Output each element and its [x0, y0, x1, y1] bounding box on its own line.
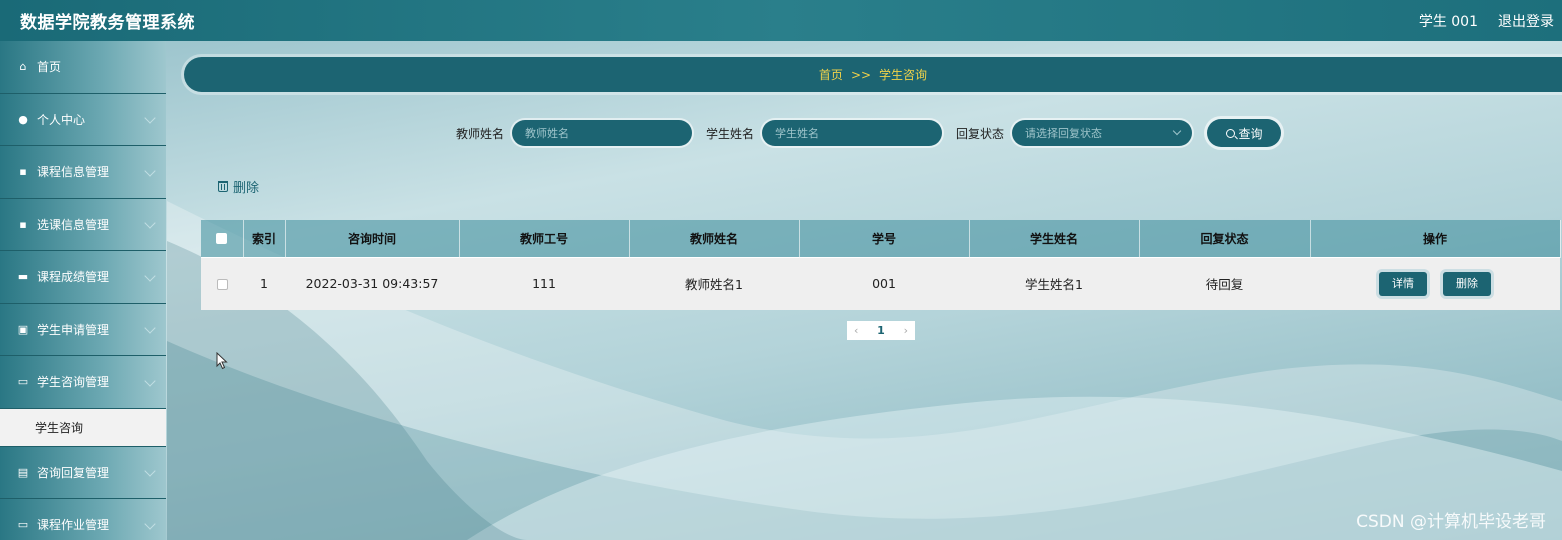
column-header: 操作	[1310, 220, 1561, 257]
pagination: ‹ 1 ›	[847, 321, 915, 340]
cell-teacher-name: 教师姓名1	[629, 256, 799, 310]
column-header: 学号	[799, 220, 970, 257]
column-header: 回复状态	[1139, 220, 1311, 257]
batch-delete-label: 删除	[233, 181, 260, 196]
select-all-checkbox[interactable]	[216, 233, 228, 245]
teacher-name-input[interactable]	[512, 120, 693, 146]
column-header: 索引	[243, 220, 286, 257]
row-select-cell[interactable]	[201, 256, 243, 310]
query-button[interactable]: 查询	[1207, 119, 1282, 147]
query-button-label: 查询	[1238, 126, 1263, 141]
chevron-down-icon	[144, 270, 156, 282]
column-header: 咨询时间	[285, 220, 460, 257]
detail-button[interactable]: 详情	[1379, 271, 1427, 296]
chevron-down-icon	[144, 217, 156, 229]
trash-icon	[218, 181, 228, 192]
reply-status-placeholder: 请选择回复状态	[1025, 127, 1103, 140]
sidebar-item-applications[interactable]: ▣ 学生申请管理	[0, 304, 166, 356]
chevron-down-icon	[1172, 126, 1182, 136]
table-row: 1 2022-03-31 09:43:57 111 教师姓名1 001 学生姓名…	[201, 256, 1560, 310]
chevron-down-icon	[144, 112, 156, 124]
row-checkbox[interactable]	[216, 279, 228, 291]
sidebar-item-label: 学生咨询管理	[37, 375, 110, 390]
sidebar-item-label: 课程信息管理	[37, 165, 110, 180]
next-page-icon[interactable]: ›	[904, 324, 908, 337]
top-bar: 数据学院教务管理系统 学生 001 退出登录	[0, 0, 1562, 41]
reply-status-select[interactable]: 请选择回复状态	[1012, 120, 1193, 146]
student-name-label: 学生姓名	[706, 126, 755, 141]
batch-delete-button[interactable]: 删除	[218, 177, 259, 196]
cell-time: 2022-03-31 09:43:57	[285, 256, 459, 310]
watermark: CSDN @计算机毕设老哥	[1356, 512, 1546, 532]
sidebar-item-label: 咨询回复管理	[37, 465, 110, 480]
cell-teacher-id: 111	[459, 256, 629, 310]
sidebar-item-replies[interactable]: ▤ 咨询回复管理	[0, 447, 166, 499]
column-header: 教师姓名	[629, 220, 800, 257]
breadcrumb-home[interactable]: 首页	[819, 66, 843, 83]
monitor-icon: ▭	[17, 375, 29, 389]
logout-link[interactable]: 退出登录	[1498, 11, 1554, 31]
document-icon: ▤	[17, 465, 29, 479]
consultation-table: 索引 咨询时间 教师工号 教师姓名 学号 学生姓名 回复状态 操作 1 2022…	[201, 220, 1561, 310]
sidebar: ⌂ 首页 ● 个人中心 ▪ 课程信息管理 ▪ 选课信息管理 ▬ 课程成绩管理 ▣…	[0, 41, 166, 540]
sidebar-item-grades[interactable]: ▬ 课程成绩管理	[0, 251, 166, 304]
sidebar-item-course-selection[interactable]: ▪ 选课信息管理	[0, 199, 166, 251]
chevron-down-icon	[144, 518, 156, 530]
search-icon	[1225, 128, 1235, 138]
delete-button[interactable]: 删除	[1442, 271, 1491, 296]
table-header-row: 索引 咨询时间 教师工号 教师姓名 学号 学生姓名 回复状态 操作	[201, 220, 1561, 257]
user-icon: ●	[18, 112, 28, 126]
search-bar: 教师姓名 学生姓名 回复状态 请选择回复状态 查询	[456, 119, 1282, 147]
prev-page-icon[interactable]: ‹	[854, 324, 858, 337]
sidebar-item-consultations[interactable]: ▭ 学生咨询管理	[0, 356, 166, 409]
chart-icon: ▣	[17, 322, 29, 336]
cell-actions: 详情 删除	[1310, 256, 1560, 310]
home-icon: ⌂	[19, 60, 27, 74]
teacher-name-label: 教师姓名	[456, 126, 505, 141]
sidebar-item-homework[interactable]: ▭ 课程作业管理	[0, 499, 166, 540]
grid-icon: ▪	[19, 165, 27, 179]
chevron-down-icon	[144, 465, 156, 477]
sidebar-item-label: 课程成绩管理	[37, 270, 110, 285]
sidebar-item-label: 选课信息管理	[37, 217, 110, 232]
breadcrumb-separator: >>	[850, 67, 872, 82]
mouse-cursor-icon	[216, 351, 228, 374]
reply-status-label: 回复状态	[956, 126, 1005, 141]
cell-status: 待回复	[1139, 256, 1310, 310]
breadcrumb-current: 学生咨询	[879, 68, 928, 82]
sidebar-item-label: 首页	[37, 60, 62, 75]
cell-student-name: 学生姓名1	[969, 256, 1139, 310]
sidebar-item-course-info[interactable]: ▪ 课程信息管理	[0, 146, 166, 199]
column-header: 学生姓名	[969, 220, 1140, 257]
grid-icon: ▪	[19, 217, 27, 231]
sidebar-subitem-student-consult[interactable]: 学生咨询	[0, 408, 166, 447]
cell-index: 1	[243, 256, 285, 310]
app-title: 数据学院教务管理系统	[20, 13, 195, 33]
chevron-down-icon	[144, 375, 156, 387]
comment-icon: ▬	[17, 270, 29, 284]
select-all-cell[interactable]	[201, 220, 244, 257]
monitor-icon: ▭	[17, 518, 29, 532]
sidebar-item-label: 学生申请管理	[37, 322, 110, 337]
sidebar-item-home[interactable]: ⌂ 首页	[0, 41, 166, 94]
column-header: 教师工号	[459, 220, 630, 257]
chevron-down-icon	[144, 165, 156, 177]
sidebar-item-label: 个人中心	[37, 112, 86, 127]
student-name-input[interactable]	[762, 120, 943, 146]
sidebar-item-personal-center[interactable]: ● 个人中心	[0, 94, 166, 146]
chevron-down-icon	[144, 322, 156, 334]
sidebar-item-label: 课程作业管理	[37, 518, 110, 533]
current-user[interactable]: 学生 001	[1419, 11, 1478, 31]
breadcrumb: 首页 >> 学生咨询	[184, 57, 1562, 92]
cell-student-id: 001	[799, 256, 969, 310]
page-number[interactable]: 1	[877, 324, 885, 337]
